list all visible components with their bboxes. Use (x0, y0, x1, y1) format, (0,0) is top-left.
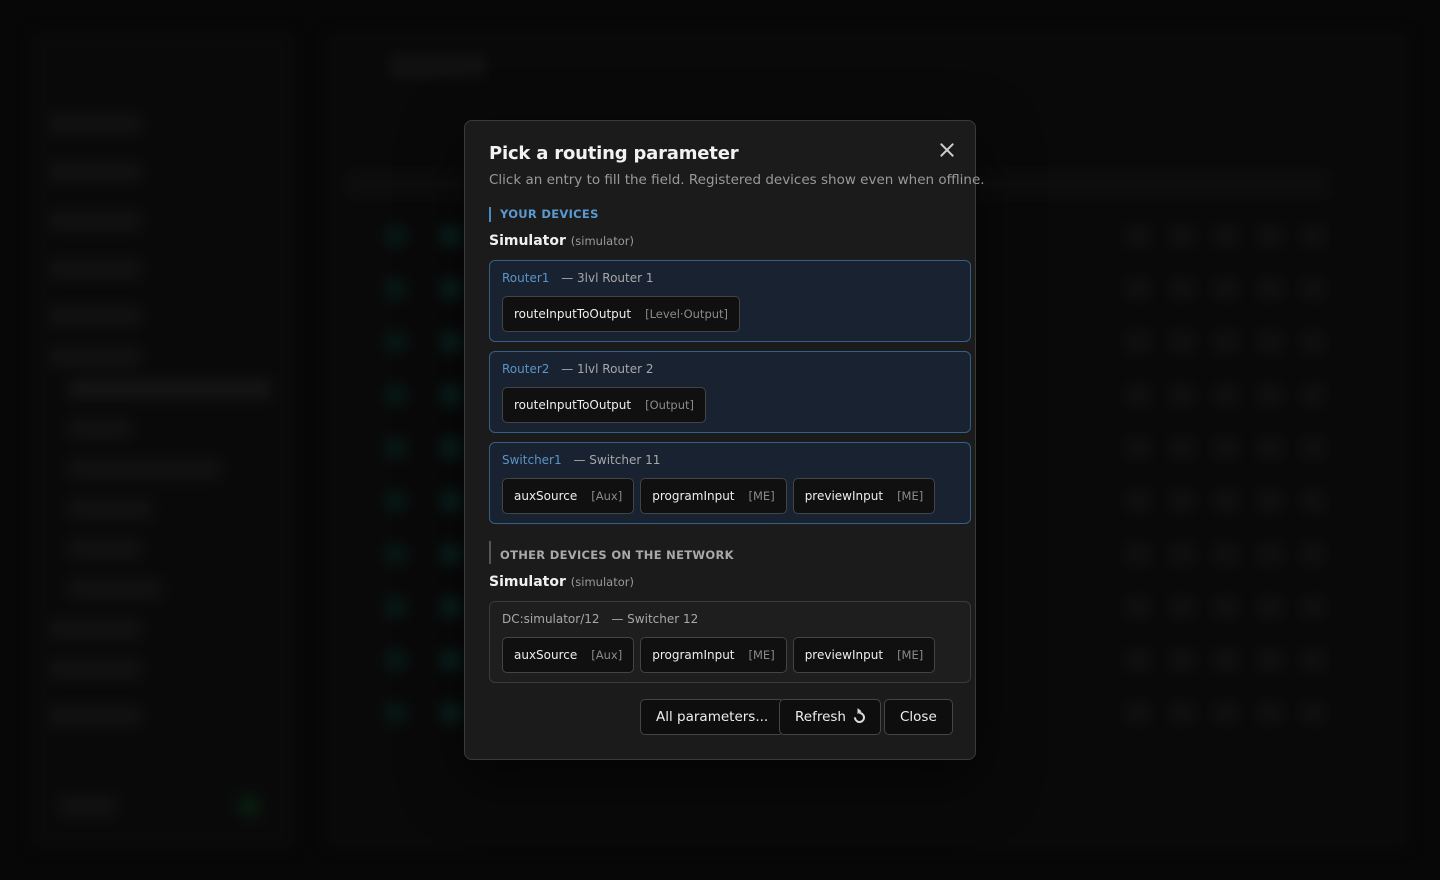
param-chip[interactable]: auxSource [Aux] (502, 637, 635, 673)
group-tag: (simulator) (570, 575, 634, 589)
param-chip[interactable]: routeInputToOutput [Output] (502, 387, 707, 423)
button-label: All parameters... (656, 709, 769, 725)
group-name: Simulator (489, 574, 566, 590)
device-desc: — 3lvl Router 1 (561, 271, 654, 285)
group-name: Simulator (489, 233, 566, 249)
device-desc: — 1lvl Router 2 (561, 362, 654, 376)
close-icon[interactable] (935, 138, 959, 162)
param-type: [Aux] (591, 648, 623, 662)
group-heading: Simulator (simulator) (489, 233, 634, 249)
param-name: previewInput (804, 648, 884, 662)
section-other-devices: OTHER DEVICES ON THE NETWORK (489, 541, 734, 564)
all-parameters-button[interactable]: All parameters... (640, 699, 785, 735)
device-id: Router1 (502, 271, 550, 285)
close-button[interactable]: Close (884, 699, 953, 735)
button-label: Close (900, 709, 937, 725)
param-list: routeInputToOutput [Level·Output] (502, 296, 741, 332)
param-name: programInput (652, 648, 735, 662)
param-type: [ME] (748, 648, 775, 662)
refresh-icon (851, 709, 868, 725)
device-card-switcher12: DC:simulator/12 — Switcher 12 auxSource … (489, 601, 971, 683)
param-chip[interactable]: programInput [ME] (640, 637, 787, 673)
device-card-router1: Router1 — 3lvl Router 1 routeInputToOutp… (489, 260, 971, 342)
dialog-title: Pick a routing parameter (489, 143, 739, 164)
param-type: [Aux] (591, 489, 623, 503)
group-heading: Simulator (simulator) (489, 574, 634, 590)
section-your-devices: YOUR DEVICES (489, 207, 599, 222)
param-list: routeInputToOutput [Output] (502, 387, 707, 423)
refresh-button[interactable]: Refresh (779, 699, 881, 735)
param-type: [ME] (897, 489, 924, 503)
param-chip[interactable]: previewInput [ME] (792, 637, 936, 673)
param-chip[interactable]: programInput [ME] (640, 478, 787, 514)
device-id: Switcher1 (502, 453, 562, 467)
param-chip[interactable]: previewInput [ME] (792, 478, 936, 514)
param-type: [Output] (645, 398, 695, 412)
device-desc: — Switcher 12 (611, 612, 699, 626)
param-chip[interactable]: routeInputToOutput [Level·Output] (502, 296, 741, 332)
dialog-subtitle: Click an entry to fill the field. Regist… (489, 172, 985, 188)
device-desc: — Switcher 11 (573, 453, 661, 467)
param-type: [ME] (897, 648, 924, 662)
param-list: auxSource [Aux] programInput [ME] previe… (502, 637, 936, 673)
param-type: [Level·Output] (645, 307, 729, 321)
group-tag: (simulator) (570, 234, 634, 248)
device-card-router2: Router2 — 1lvl Router 2 routeInputToOutp… (489, 351, 971, 433)
routing-parameter-dialog: Pick a routing parameter Click an entry … (464, 120, 985, 760)
button-label: Refresh (795, 709, 846, 725)
param-name: routeInputToOutput (514, 398, 632, 412)
param-name: programInput (652, 489, 735, 503)
param-type: [ME] (748, 489, 775, 503)
param-name: auxSource (514, 648, 578, 662)
param-name: auxSource (514, 489, 578, 503)
param-list: auxSource [Aux] programInput [ME] previe… (502, 478, 936, 514)
param-name: previewInput (804, 489, 884, 503)
param-chip[interactable]: auxSource [Aux] (502, 478, 635, 514)
param-name: routeInputToOutput (514, 307, 632, 321)
device-id: Router2 (502, 362, 550, 376)
device-id: DC:simulator/12 (502, 612, 600, 626)
device-card-switcher1: Switcher1 — Switcher 11 auxSource [Aux] … (489, 442, 971, 524)
